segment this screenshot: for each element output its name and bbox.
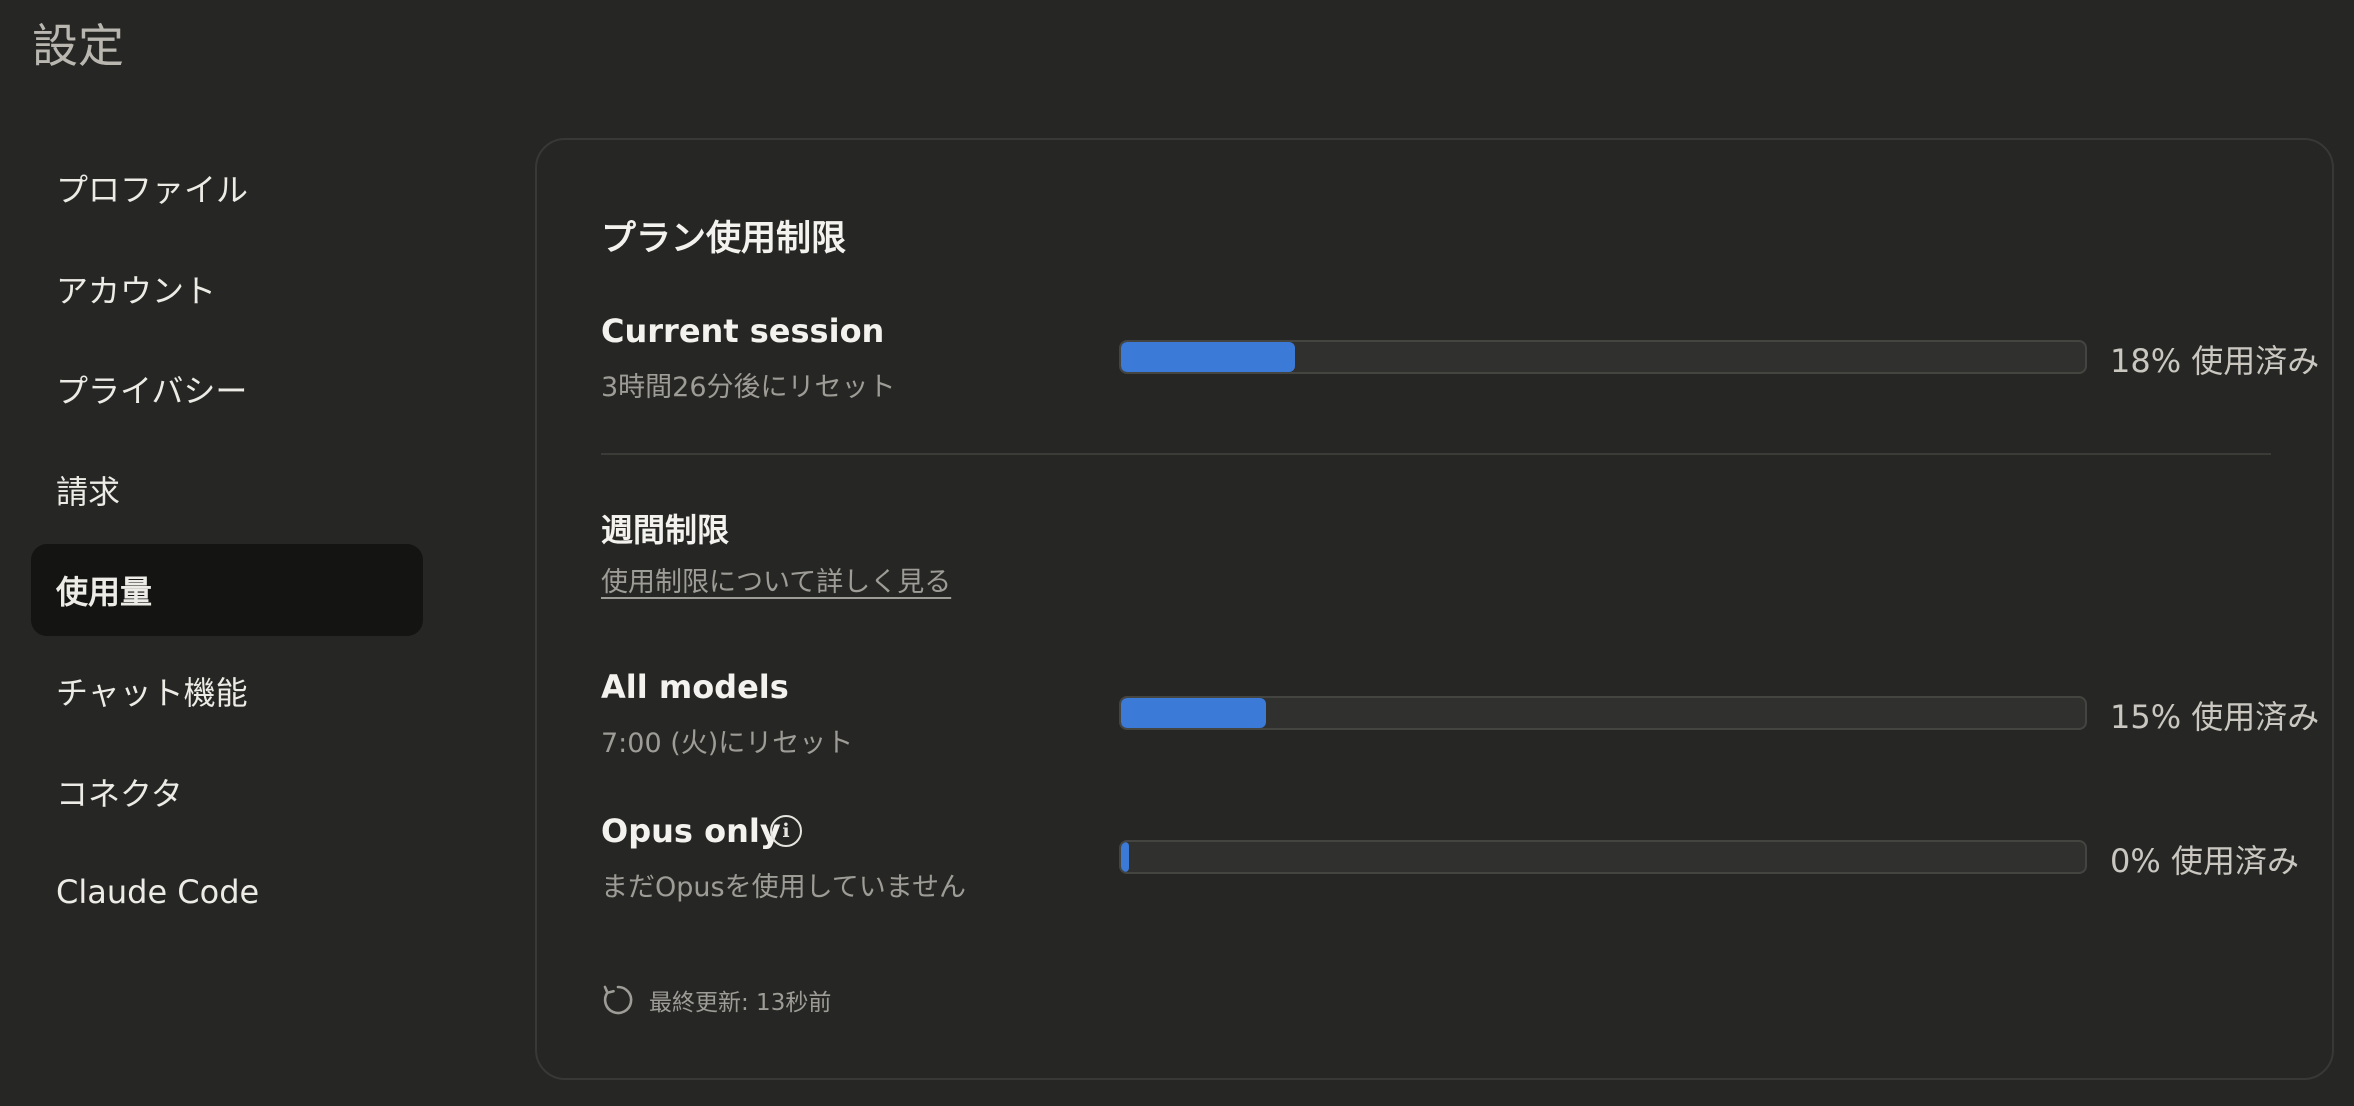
plan-limits-title: プラン使用制限 — [601, 219, 847, 259]
refresh-icon — [603, 985, 633, 1015]
all-models-label: All models — [601, 668, 789, 706]
all-models-percent: 15% 使用済み — [2110, 698, 2320, 736]
section-divider — [601, 453, 2271, 455]
sidebar-item-chat-features[interactable]: チャット機能 — [31, 645, 423, 737]
page-title: 設定 — [32, 19, 124, 73]
settings-sidebar: プロファイル アカウント プライバシー 請求 使用量 チャット機能 コネクタ C… — [31, 142, 423, 947]
weekly-limits-title: 週間制限 — [601, 511, 730, 549]
usage-panel: プラン使用制限 Current session 3時間26分後にリセット 18%… — [535, 138, 2334, 1080]
current-session-percent: 18% 使用済み — [2110, 342, 2320, 380]
current-session-progress-bar — [1119, 340, 2087, 374]
last-updated-text: 最終更新: 13秒前 — [649, 990, 832, 1016]
opus-only-progress-bar — [1119, 840, 2087, 874]
opus-only-label: Opus only — [601, 812, 781, 850]
sidebar-item-connectors[interactable]: コネクタ — [31, 746, 423, 838]
sidebar-item-usage[interactable]: 使用量 — [31, 544, 423, 637]
current-session-reset: 3時間26分後にリセット — [601, 372, 896, 403]
opus-only-progress-fill — [1121, 842, 1129, 872]
current-session-label: Current session — [601, 312, 885, 350]
all-models-reset: 7:00 (火)にリセット — [601, 728, 854, 759]
sidebar-item-privacy[interactable]: プライバシー — [31, 343, 423, 435]
current-session-progress-fill — [1121, 342, 1295, 372]
info-icon[interactable]: i — [770, 815, 802, 847]
sidebar-item-account[interactable]: アカウント — [31, 243, 423, 335]
opus-only-status: まだOpusを使用していません — [601, 872, 966, 903]
sidebar-item-billing[interactable]: 請求 — [31, 444, 423, 536]
all-models-progress-fill — [1121, 698, 1266, 728]
opus-only-percent: 0% 使用済み — [2110, 842, 2299, 880]
refresh-button[interactable]: 最終更新: 13秒前 — [601, 983, 831, 1017]
usage-limits-learn-more-link[interactable]: 使用制限について詳しく見る — [601, 560, 951, 599]
sidebar-item-claude-code[interactable]: Claude Code — [31, 846, 423, 938]
sidebar-item-profile[interactable]: プロファイル — [31, 142, 423, 234]
all-models-progress-bar — [1119, 696, 2087, 730]
